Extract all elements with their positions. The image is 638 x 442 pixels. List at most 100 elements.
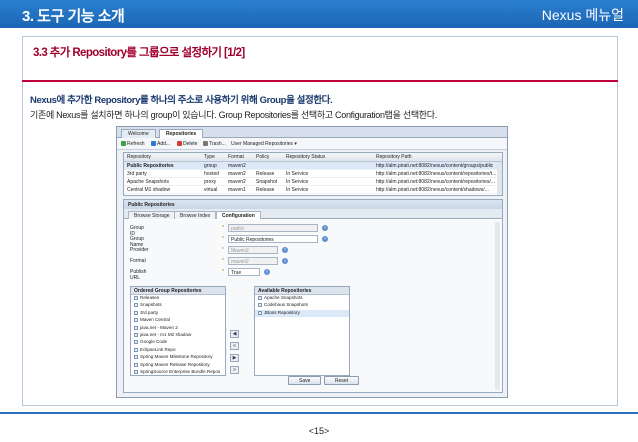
list-item[interactable]: Releases [131,295,225,302]
column-header[interactable]: Repository [127,154,151,160]
panel-scrollbar[interactable] [495,222,500,390]
list-item-label: Spring Maven Release Repository [140,361,210,367]
column-header[interactable]: Policy [256,154,269,160]
list-item[interactable]: Snapshots [131,302,225,309]
table-row[interactable]: 3rd party hosted maven2 Release In Servi… [124,170,502,178]
help-icon[interactable]: ? [264,269,270,275]
list-item[interactable]: java.net - m1 M2 shadow [131,332,225,339]
repository-icon [258,296,262,300]
help-icon[interactable]: ? [322,225,328,231]
list-item[interactable]: Spring Maven Milestone Repository [131,354,225,361]
row-cell: Snapshot [256,179,278,185]
table-row[interactable]: Central M1 shadow virtual maven1 Release… [124,186,502,194]
column-header[interactable]: Repository Status [286,154,325,160]
refresh-icon [121,141,126,146]
configuration-form: Group ID * public ? Group Name * Public … [124,220,502,392]
list-item[interactable]: EclipseLink Repo [131,347,225,354]
list-item[interactable]: Apache Snapshots [255,295,349,302]
save-button[interactable]: Save [288,376,322,385]
row-cell: maven2 [228,179,246,185]
row-cell: http://alm.pirati.net:8082/nexus/content… [376,179,495,185]
help-icon[interactable]: ? [322,236,328,242]
delete-icon [177,141,182,146]
header-bar: 3. 도구 기능 소개 Nexus 메뉴얼 [0,0,638,28]
tab-welcome[interactable]: Welcome [121,129,156,138]
row-cell: proxy [204,179,217,185]
tab-repositories[interactable]: Repositories [159,129,204,138]
tab-configuration[interactable]: Configuration [216,211,261,219]
move-left-icon[interactable]: ◀ [230,330,239,338]
table-row[interactable]: Apache Snapshots proxy maven2 Snapshot I… [124,178,502,186]
available-list-title: Available Repositories [255,287,349,295]
row-cell: In Service [286,171,309,177]
row-cell: Release [256,171,275,177]
repository-icon [134,318,138,323]
header-right-label: Nexus 메뉴얼 [541,7,624,23]
list-item[interactable]: Google Code [131,339,225,346]
add-button[interactable]: Add... [151,141,170,147]
list-item-label: EclipseLink Repo [140,346,176,352]
list-item-label: Maven Central [140,317,170,323]
filter-label: User Managed Repositories [231,141,293,147]
publish-url-label: Publish URL [130,269,147,281]
column-header[interactable]: Format [228,154,244,160]
help-icon[interactable]: ? [282,258,288,264]
move-first-icon[interactable]: « [230,342,239,350]
grid-scrollbar[interactable] [497,162,502,195]
repository-icon [134,303,138,308]
list-item[interactable]: Spring Maven Release Repository [131,362,225,369]
row-cell: http://alm.pirati.net:8082/nexus/content… [376,171,496,177]
add-icon [151,141,156,146]
refresh-label: Refresh [127,141,145,147]
list-item[interactable]: Maven Central [131,317,225,324]
column-header[interactable]: Type [204,154,215,160]
repository-detail-panel: Public Repositories Browse Storage Brows… [123,199,503,393]
list-item[interactable]: Codehaus Snapshots [255,302,349,309]
repository-icon [134,347,138,352]
repository-icon [258,310,262,315]
required-icon: * [222,236,224,242]
list-item[interactable]: SpringSource Enterprise Bundle Repos [131,369,225,376]
refresh-button[interactable]: Refresh [121,141,145,147]
tab-browse-index[interactable]: Browse Index [174,211,217,219]
column-header[interactable]: Repository Path [376,154,412,160]
move-right-icon[interactable]: ▶ [230,354,239,362]
section-title: 3.3 추가 Repository를 그룹으로 설정하기 [1/2] [33,47,245,59]
available-repositories-list: Available Repositories Apache Snapshots … [254,286,350,376]
tab-browse-storage[interactable]: Browse Storage [128,211,176,219]
repository-icon [134,332,138,337]
list-item-label: Apache Snapshots [264,295,303,300]
group-name-field[interactable]: Public Repositories [228,235,318,243]
row-cell: Public Repositories [127,163,174,169]
main-tab-bar: Welcome Repositories [117,127,507,138]
group-id-field[interactable]: public [228,224,318,232]
trash-button[interactable]: Trash... [203,141,226,147]
publish-url-select[interactable]: True [228,268,260,276]
repository-icon [134,325,138,330]
trash-icon [203,141,208,146]
repository-grid: Repository Type Format Policy Repository… [123,152,503,196]
list-item[interactable]: JBoss Repository [255,309,349,318]
footer-divider [0,412,638,414]
provider-select[interactable]: Maven2 [228,246,278,254]
ordered-list-title: Ordered Group Repositories [131,287,225,295]
table-row[interactable]: Public Repositories group maven2 http://… [124,162,502,170]
help-icon[interactable]: ? [282,247,288,253]
repository-filter-dropdown[interactable]: User Managed Repositories ▾ [231,141,297,147]
panel-tab-bar: Browse Storage Browse Index Configuratio… [124,209,502,219]
reset-button[interactable]: Reset [324,376,360,385]
format-field[interactable]: maven2 [228,257,278,265]
description-line-2: 기존에 Nexus를 설치하면 하나의 group이 있습니다. Group R… [30,110,437,120]
list-item[interactable]: java.net - Maven 2 [131,325,225,332]
list-item[interactable]: 3rd party [131,310,225,317]
list-item-label: java.net - Maven 2 [140,324,178,330]
add-label: Add... [157,141,171,147]
repo-toolbar: Refresh Add... Delete Trash... User Mana… [117,138,507,150]
move-last-icon[interactable]: » [230,366,239,374]
trash-label: Trash... [209,141,226,147]
row-cell: Central M1 shadow [127,187,171,193]
row-cell: maven1 [228,187,246,193]
row-cell: group [204,163,217,169]
delete-button[interactable]: Delete [177,141,197,147]
grid-header: Repository Type Format Policy Repository… [124,153,502,162]
